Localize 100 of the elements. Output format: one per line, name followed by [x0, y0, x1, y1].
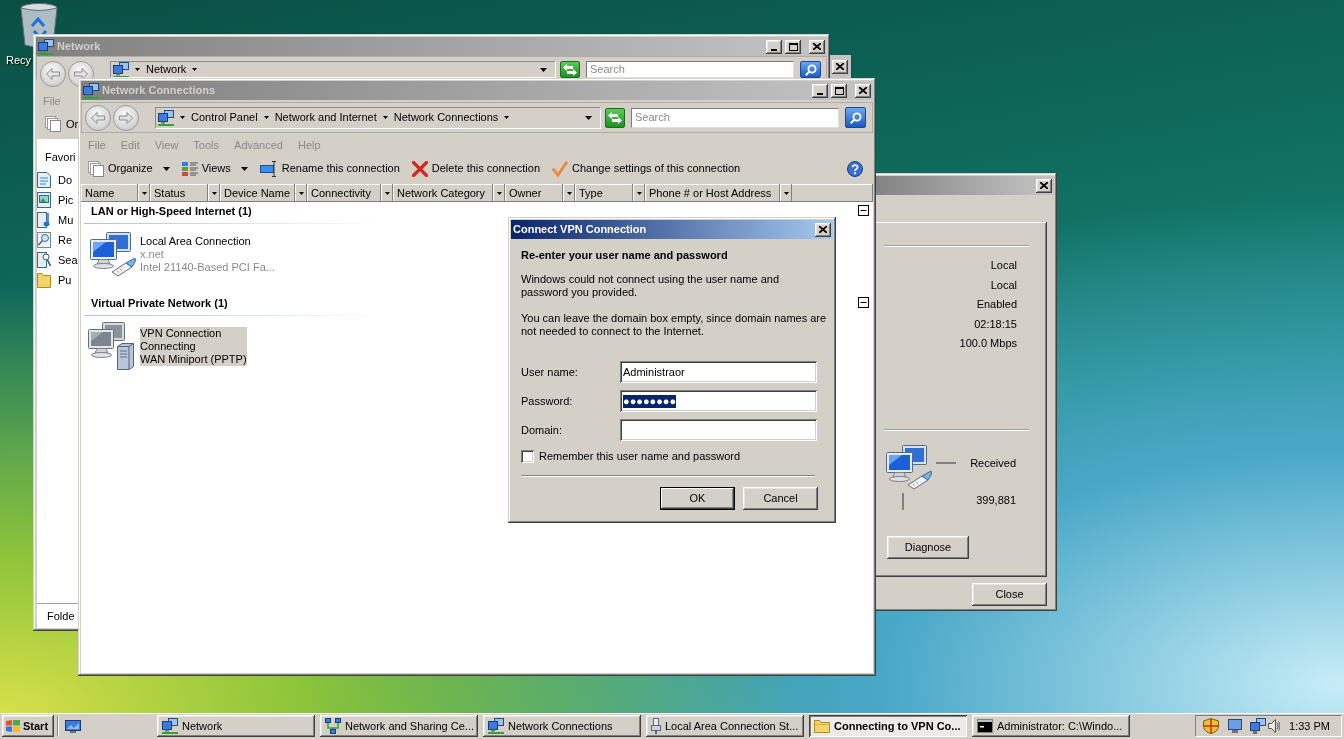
clock[interactable]: 1:33 PM	[1289, 719, 1341, 733]
caret-icon[interactable]	[504, 116, 510, 119]
address-bar[interactable]: Control Panel Network and Internet Network Connections	[155, 106, 601, 129]
network-cable-icon	[651, 718, 661, 734]
column-header[interactable]: Network Category	[393, 184, 493, 202]
field-label: Domain:	[521, 423, 563, 437]
close-icon	[859, 87, 867, 94]
caret-icon[interactable]	[382, 116, 388, 119]
column-header[interactable]: Phone # or Host Address	[645, 184, 780, 202]
close-dialog-button[interactable]: Close	[972, 583, 1047, 606]
nav-item[interactable]: Sea	[37, 250, 78, 270]
column-menu-button[interactable]	[633, 184, 645, 202]
taskbar-button[interactable]: Local Area Connection St...	[646, 715, 804, 737]
close-button[interactable]	[815, 222, 831, 237]
message-text: Windows could not connect using the user name and password you provided.	[521, 273, 781, 299]
refresh-button[interactable]	[560, 61, 580, 78]
breadcrumb[interactable]: Network and Internet	[274, 111, 377, 124]
dialog-button[interactable]: Cancel	[743, 487, 818, 510]
arrow-left-icon	[91, 111, 105, 124]
collapse-icon[interactable]	[858, 205, 869, 216]
column-menu-button[interactable]	[563, 184, 575, 202]
breadcrumb[interactable]: Network	[146, 63, 187, 76]
column-header[interactable]: Device Name	[220, 184, 295, 202]
column-header[interactable]: Connectivity	[307, 184, 381, 202]
column-header[interactable]: Type	[575, 184, 633, 202]
group-title: LAN or High-Speed Internet (1)	[91, 205, 252, 218]
breadcrumb[interactable]: Network Connections	[393, 111, 499, 124]
folder-icon	[814, 719, 830, 733]
caret-icon	[211, 191, 217, 195]
toolbar-button[interactable]: Or	[45, 116, 79, 132]
search-button[interactable]	[800, 61, 821, 78]
collapse-icon[interactable]	[858, 297, 869, 308]
speaker-icon	[1268, 719, 1280, 733]
help-icon[interactable]	[847, 160, 863, 177]
caret-icon	[636, 191, 642, 195]
toolbar-button[interactable]: Views	[177, 157, 252, 180]
minimize-button[interactable]	[812, 83, 828, 98]
search-field[interactable]: Search	[631, 107, 839, 128]
column-header[interactable]: Name	[81, 184, 138, 202]
toolbar-button[interactable]: Rename this connection	[255, 157, 404, 180]
nav-item[interactable]: Mu	[37, 210, 74, 230]
taskbar-button[interactable]: Network Connections	[483, 715, 641, 737]
minimize-button[interactable]	[766, 39, 782, 54]
vpn-connection-icon	[88, 322, 136, 370]
taskbar-button[interactable]: Network	[157, 715, 315, 737]
network-icon	[38, 38, 54, 55]
input-field[interactable]	[620, 419, 817, 441]
nav-item[interactable]: Pu	[37, 270, 72, 290]
column-menu-button[interactable]	[138, 184, 150, 202]
caret-icon[interactable]	[180, 116, 185, 119]
connection-item[interactable]: Local Area Connection x.net Intel 21140-Based PCI Fa...	[140, 235, 275, 274]
network-folder-icon	[113, 62, 129, 77]
column-menu-button[interactable]	[208, 184, 220, 202]
breadcrumb[interactable]: Control Panel	[191, 111, 258, 124]
column-menu-button[interactable]	[493, 184, 505, 202]
column-menu-button[interactable]	[381, 184, 393, 202]
group-title: Virtual Private Network (1)	[91, 297, 228, 310]
column-menu-button[interactable]	[295, 184, 307, 202]
checkbox[interactable]	[521, 450, 534, 463]
nav-item[interactable]: Re	[37, 230, 73, 250]
caret-icon	[141, 191, 147, 195]
caret-icon	[496, 191, 502, 195]
column-menu-button[interactable]	[780, 184, 792, 202]
toolbar-button[interactable]: Organize	[84, 157, 174, 180]
column-header[interactable]: Owner	[505, 184, 563, 202]
dialog-button[interactable]: OK	[660, 487, 735, 510]
maximize-button[interactable]	[785, 39, 801, 54]
start-button[interactable]: Start	[2, 715, 54, 737]
column-header[interactable]: Status	[150, 184, 208, 202]
nav-item[interactable]: Pic	[37, 190, 74, 210]
caret-icon[interactable]	[192, 68, 198, 71]
connection-item[interactable]: VPN Connection Connecting WAN Miniport (PPTP)	[140, 327, 247, 366]
activity-label: Received	[970, 457, 1016, 470]
toolbar-button[interactable]: Change settings of this connection	[548, 157, 745, 180]
maximize-button[interactable]	[831, 83, 847, 98]
refresh-button[interactable]	[605, 107, 625, 128]
diagnose-button[interactable]: Diagnose	[887, 536, 969, 559]
show-desktop-icon[interactable]	[65, 719, 81, 733]
arrow-left-icon	[46, 68, 60, 80]
search-field[interactable]: Search	[586, 61, 794, 78]
pages-icon	[88, 160, 104, 177]
address-bar[interactable]: Network	[110, 61, 556, 78]
taskbar-button[interactable]: Administrator: C:\Windo...	[972, 715, 1130, 737]
caret-icon[interactable]	[540, 67, 547, 72]
caret-icon[interactable]	[263, 116, 269, 119]
search-button[interactable]	[845, 107, 866, 128]
input-field[interactable]: ●●●●●●●●	[620, 390, 817, 412]
folders-bar[interactable]: Folde	[37, 603, 78, 628]
input-field[interactable]: Administraor	[620, 361, 817, 383]
caret-icon[interactable]	[135, 68, 140, 71]
status-value: Enabled	[976, 298, 1017, 311]
taskbar-button[interactable]: Connecting to VPN Co...	[809, 715, 967, 737]
caret-icon[interactable]	[585, 115, 592, 120]
close-button[interactable]	[809, 39, 825, 54]
close-button[interactable]	[1036, 178, 1052, 193]
nav-item[interactable]: Do	[37, 170, 73, 190]
music-icon	[37, 212, 51, 228]
close-button[interactable]	[855, 83, 871, 98]
taskbar-button[interactable]: Network and Sharing Ce...	[320, 715, 478, 737]
toolbar-button[interactable]: Delete this connection	[407, 157, 545, 180]
